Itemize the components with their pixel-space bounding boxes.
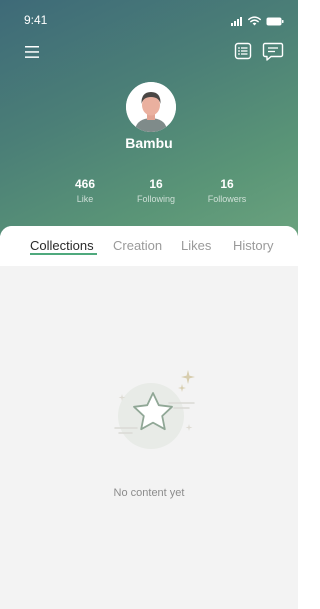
stat-followers-label: Followers	[207, 194, 247, 204]
tab-creation[interactable]: Creation	[113, 238, 162, 253]
tab-bar: Collections Creation Likes History	[0, 226, 298, 266]
battery-icon	[266, 17, 284, 25]
username: Bambu	[125, 135, 173, 151]
message-icon[interactable]	[262, 42, 284, 62]
stat-likes-value: 466	[74, 177, 96, 191]
menu-icon[interactable]	[24, 44, 40, 60]
person-avatar	[126, 82, 176, 132]
content-panel: Collections Creation Likes History No co…	[0, 226, 298, 609]
notes-icon[interactable]	[234, 42, 252, 60]
stat-following-value: 16	[149, 177, 163, 191]
stat-following-label: Following	[136, 194, 176, 204]
status-bar: 9:41	[0, 0, 298, 28]
header-actions	[0, 42, 298, 66]
empty-state-message: No content yet	[113, 487, 185, 499]
tab-history[interactable]: History	[233, 238, 273, 253]
active-tab-indicator	[30, 253, 97, 255]
profile-screen: 9:41 Bambu 466 Like 16 Following 16 Foll…	[0, 0, 298, 609]
tab-likes[interactable]: Likes	[181, 238, 211, 253]
tab-collections[interactable]: Collections	[30, 238, 94, 253]
stat-followers[interactable]: 16 Followers	[192, 177, 262, 205]
status-icons	[231, 16, 284, 26]
wifi-icon	[248, 16, 261, 26]
status-time: 9:41	[24, 13, 48, 27]
stat-following[interactable]: 16 Following	[121, 177, 191, 205]
stat-followers-value: 16	[220, 177, 234, 191]
stat-likes-label: Like	[76, 194, 94, 204]
stat-likes[interactable]: 466 Like	[50, 177, 120, 205]
profile-stats: 466 Like 16 Following 16 Followers	[0, 177, 298, 213]
profile-header: 9:41 Bambu 466 Like 16 Following 16 Foll…	[0, 0, 298, 236]
avatar[interactable]	[126, 82, 176, 132]
star-icon	[114, 370, 195, 449]
signal-icon	[231, 16, 242, 26]
